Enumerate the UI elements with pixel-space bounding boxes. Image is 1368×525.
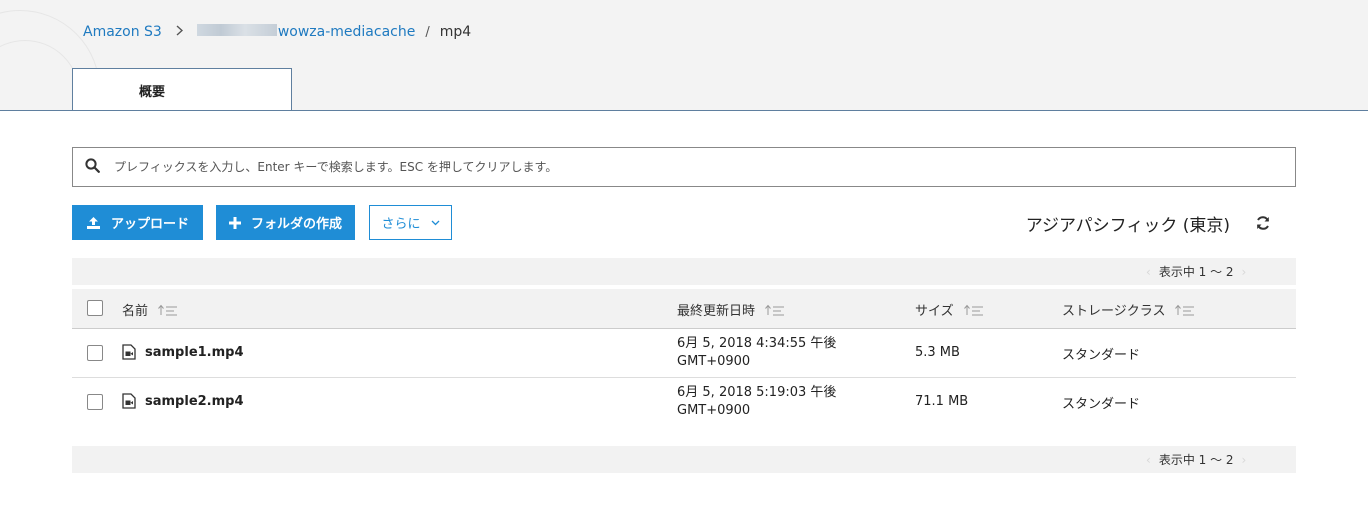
search-icon <box>85 157 100 177</box>
column-header-label: 最終更新日時 <box>677 304 756 319</box>
modified-timezone-line: GMT+0900 <box>677 354 751 369</box>
refresh-icon[interactable] <box>1255 215 1271 231</box>
search-input[interactable] <box>114 160 1294 174</box>
column-header-label: ストレージクラス <box>1062 304 1166 319</box>
more-actions-label: さらに <box>381 217 421 232</box>
file-size: 71.1 MB <box>915 394 969 409</box>
file-name-link[interactable]: sample1.mp4 <box>122 344 244 360</box>
file-name: sample1.mp4 <box>145 344 244 360</box>
create-folder-button-label: フォルダの作成 <box>250 217 342 232</box>
upload-button[interactable]: アップロード <box>72 205 203 240</box>
breadcrumb-current: mp4 <box>439 24 472 40</box>
pagination: ‹ 表示中 1 〜 2 › <box>1138 451 1254 468</box>
sort-icon <box>963 304 984 316</box>
chevron-left-icon[interactable]: ‹ <box>1146 265 1151 279</box>
plus-icon <box>228 216 241 229</box>
chevron-left-icon[interactable]: ‹ <box>1146 453 1151 467</box>
breadcrumb: Amazon S3 wowza-mediacache / mp4 <box>83 22 471 42</box>
column-header-storage-class[interactable]: ストレージクラス <box>1062 300 1195 319</box>
pagination-label: 表示中 1 〜 2 <box>1158 265 1234 279</box>
breadcrumb-bucket-suffix: wowza-mediacache <box>277 24 416 40</box>
region-label: アジアパシフィック (東京) <box>1025 216 1230 236</box>
header-area: Amazon S3 wowza-mediacache / mp4 概要 <box>0 0 1368 111</box>
table-row[interactable]: sample2.mp4 6月 5, 2018 5:19:03 午後 GMT+09… <box>72 378 1296 427</box>
column-header-label: 名前 <box>122 304 149 319</box>
table-row[interactable]: sample1.mp4 6月 5, 2018 4:34:55 午後 GMT+09… <box>72 329 1296 378</box>
modified-timezone-line: GMT+0900 <box>677 403 751 418</box>
more-actions-dropdown[interactable]: さらに <box>369 205 452 240</box>
video-file-icon <box>122 344 136 360</box>
pagination: ‹ 表示中 1 〜 2 › <box>1138 263 1254 280</box>
row-checkbox[interactable] <box>87 345 103 361</box>
table-header: 名前 最終更新日時 サイズ ストレージクラス <box>72 289 1296 329</box>
chevron-right-icon <box>176 24 183 40</box>
row-checkbox[interactable] <box>87 394 103 410</box>
modified-date: 6月 5, 2018 4:34:55 午後 GMT+0900 <box>677 335 836 371</box>
storage-class: スタンダード <box>1062 348 1141 363</box>
chevron-right-icon[interactable]: › <box>1242 453 1247 467</box>
tab-overview[interactable]: 概要 <box>72 68 292 110</box>
search-bar <box>72 147 1296 187</box>
modified-date: 6月 5, 2018 5:19:03 午後 GMT+0900 <box>677 384 836 420</box>
file-name: sample2.mp4 <box>145 393 244 409</box>
pagination-bar-top: ‹ 表示中 1 〜 2 › <box>72 258 1296 285</box>
modified-date-line: 6月 5, 2018 4:34:55 午後 <box>677 336 837 351</box>
pagination-bar-bottom: ‹ 表示中 1 〜 2 › <box>72 446 1296 473</box>
file-name-link[interactable]: sample2.mp4 <box>122 393 244 409</box>
chevron-down-icon <box>431 220 440 226</box>
breadcrumb-bucket-link[interactable]: wowza-mediacache <box>196 24 416 40</box>
file-size: 5.3 MB <box>915 345 960 360</box>
sort-icon <box>1175 304 1195 316</box>
modified-date-line: 6月 5, 2018 5:19:03 午後 <box>677 385 837 400</box>
upload-icon <box>86 216 101 230</box>
sort-icon <box>765 304 785 316</box>
column-header-label: サイズ <box>915 304 954 319</box>
column-header-modified[interactable]: 最終更新日時 <box>677 300 785 319</box>
column-header-size[interactable]: サイズ <box>915 300 984 319</box>
breadcrumb-separator: / <box>425 24 430 40</box>
breadcrumb-root-link[interactable]: Amazon S3 <box>83 24 162 40</box>
video-file-icon <box>122 393 136 409</box>
redacted-bucket-prefix <box>196 24 277 36</box>
sort-icon <box>158 304 178 316</box>
column-header-name[interactable]: 名前 <box>122 300 178 319</box>
storage-class: スタンダード <box>1062 397 1141 412</box>
select-all-checkbox[interactable] <box>87 300 103 316</box>
upload-button-label: アップロード <box>110 217 189 232</box>
pagination-label: 表示中 1 〜 2 <box>1158 453 1234 467</box>
tab-overview-label: 概要 <box>138 85 165 100</box>
chevron-right-icon[interactable]: › <box>1242 265 1247 279</box>
create-folder-button[interactable]: フォルダの作成 <box>216 205 355 240</box>
